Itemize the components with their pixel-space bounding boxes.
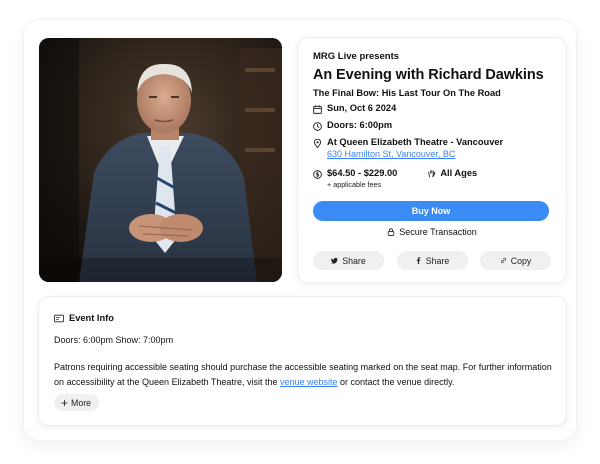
share-facebook-label: Share [425, 255, 450, 266]
more-label: More [71, 397, 92, 408]
accessibility-text-end: or contact the venue directly. [337, 376, 455, 387]
hand-icon [427, 169, 440, 178]
clock-icon [313, 120, 327, 132]
price-row: $ $64.50 - $229.00 + applicable fees All… [313, 168, 551, 189]
age-restriction: All Ages [427, 168, 477, 178]
twitter-icon [331, 257, 338, 264]
share-twitter-button[interactable]: Share [313, 251, 384, 270]
secure-transaction-note: Secure Transaction [313, 227, 551, 237]
venue-row: At Queen Elizabeth Theatre - Vancouver 6… [313, 137, 551, 159]
dollar-icon: $ [313, 168, 327, 180]
ages-label: All Ages [440, 168, 478, 178]
share-row: Share Share Copy [313, 251, 551, 270]
event-date: Sun, Oct 6 2024 [327, 103, 397, 113]
copy-label: Copy [510, 255, 532, 266]
share-twitter-label: Share [342, 255, 366, 266]
event-subtitle: The Final Bow: His Last Tour On The Road [313, 88, 501, 98]
venue-name: At Queen Elizabeth Theatre - Vancouver [327, 137, 504, 147]
svg-text:$: $ [315, 172, 319, 178]
event-info-card: Event Info Doors: 6:00pm Show: 7:00pm Pa… [39, 297, 566, 425]
calendar-icon [313, 103, 327, 115]
date-row: Sun, Oct 6 2024 [313, 103, 551, 115]
price-range: $64.50 - $229.00 [327, 168, 398, 178]
event-details-card: MRG Live presents An Evening with Richar… [298, 38, 566, 282]
event-info-header: Event Info [54, 313, 551, 323]
map-pin-icon [313, 137, 327, 149]
secure-label: Secure Transaction [399, 227, 477, 237]
share-facebook-button[interactable]: Share [396, 251, 468, 270]
venue-address-link[interactable]: 630 Hamilton St, Vancouver, BC [327, 149, 503, 159]
lock-icon [388, 228, 395, 236]
doors-time: Doors: 6:00pm [327, 120, 393, 130]
venue-website-link[interactable]: venue website [280, 377, 338, 387]
more-button[interactable]: + More [54, 394, 100, 411]
accessibility-note: Patrons requiring accessible seating sho… [54, 360, 559, 389]
doors-row: Doors: 6:00pm [313, 120, 551, 132]
event-hero-image [39, 38, 282, 282]
buy-now-button[interactable]: Buy Now [313, 201, 549, 221]
fees-note: + applicable fees [327, 180, 382, 189]
facebook-icon [416, 257, 421, 264]
event-title: An Evening with Richard Dawkins [313, 67, 544, 83]
plus-icon: + [61, 395, 69, 410]
copy-link-button[interactable]: Copy [480, 251, 551, 270]
ticket-icon [54, 314, 64, 322]
doors-show-times: Doors: 6:00pm Show: 7:00pm [54, 335, 174, 345]
presenter-label: MRG Live presents [313, 51, 400, 62]
link-icon [500, 257, 506, 264]
event-info-heading: Event Info [69, 313, 114, 323]
